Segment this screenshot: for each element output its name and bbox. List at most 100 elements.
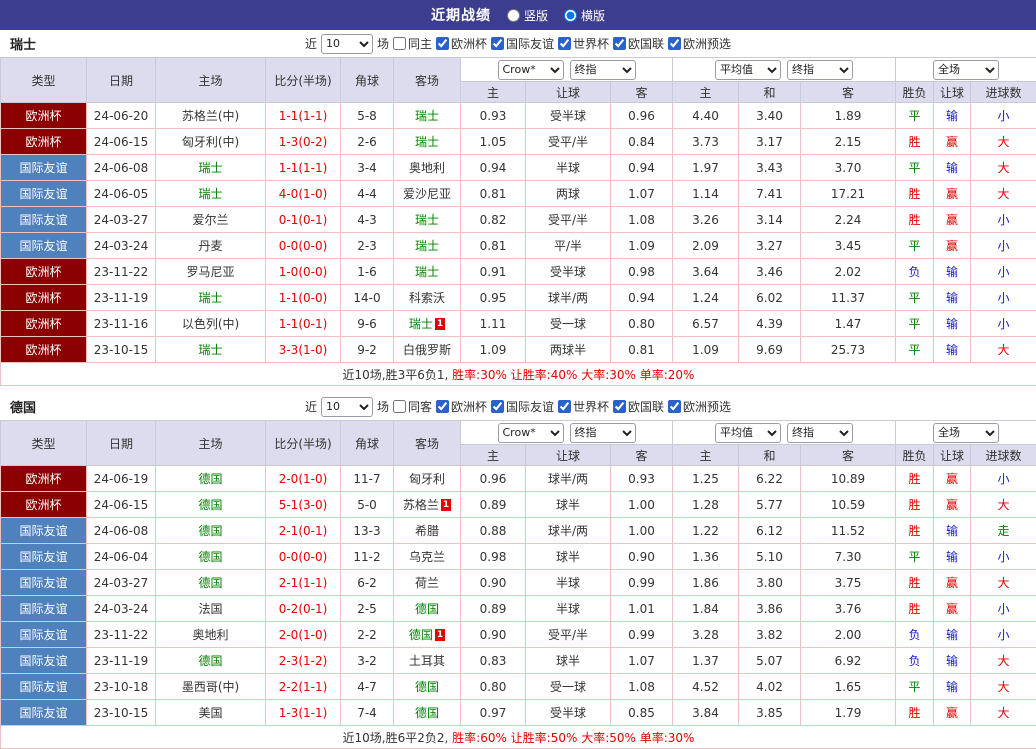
competition-filter-euroqualifier[interactable]: 欧洲预选 [668, 398, 731, 415]
corner-score: 1-6 [341, 259, 394, 285]
matches-tbody: 欧洲杯24-06-20苏格兰(中)1-1(1-1)5-8瑞士0.93受半球0.9… [1, 103, 1036, 386]
home-team: 德国 [156, 492, 266, 518]
nationsleague-checkbox[interactable] [613, 400, 626, 413]
sub-header-avg-home: 主 [673, 82, 739, 103]
same-venue-checkbox[interactable] [393, 37, 406, 50]
competition-badge: 国际友谊 [1, 674, 87, 700]
goals-result-flag: 小 [971, 207, 1036, 233]
competition-filter-friendly[interactable]: 国际友谊 [491, 35, 554, 52]
match-date: 24-03-24 [87, 596, 156, 622]
nationsleague-checkbox[interactable] [613, 37, 626, 50]
competition-filter-friendly[interactable]: 国际友谊 [491, 398, 554, 415]
match-row: 国际友谊24-06-08瑞士1-1(1-1)3-4奥地利0.94半球0.941.… [1, 155, 1036, 181]
handicap-home-odds: 0.93 [461, 103, 526, 129]
eurocup-checkbox[interactable] [436, 37, 449, 50]
worldcup-checkbox[interactable] [558, 400, 571, 413]
same-venue-filter[interactable]: 同客 [393, 398, 432, 415]
goals-result-flag: 大 [971, 155, 1036, 181]
competition-badge: 国际友谊 [1, 233, 87, 259]
recent-count-select[interactable]: 10 [321, 397, 373, 417]
competition-badge: 欧洲杯 [1, 466, 87, 492]
layout-option-vertical[interactable]: 竖版 [507, 7, 548, 24]
horizontal-layout-radio[interactable] [564, 9, 577, 22]
match-row: 欧洲杯23-10-15瑞士3-3(1-0)9-2白俄罗斯1.09两球半0.811… [1, 337, 1036, 363]
handicap-away-odds: 1.00 [611, 492, 673, 518]
friendly-checkbox[interactable] [491, 400, 504, 413]
handicap-away-odds: 0.84 [611, 129, 673, 155]
avg-home-odds: 3.64 [673, 259, 739, 285]
avg-away-odds: 3.45 [801, 233, 896, 259]
match-score: 1-3(0-2) [266, 129, 341, 155]
handicap-result-flag: 输 [934, 285, 971, 311]
match-row: 国际友谊23-11-19德国2-3(1-2)3-2土耳其0.83球半1.071.… [1, 648, 1036, 674]
same-venue-checkbox[interactable] [393, 400, 406, 413]
competition-filter-eurocup[interactable]: 欧洲杯 [436, 35, 487, 52]
recent-count-select[interactable]: 10 [321, 34, 373, 54]
handicap-home-odds: 0.80 [461, 674, 526, 700]
result-flag: 平 [896, 285, 934, 311]
friendly-checkbox[interactable] [491, 37, 504, 50]
goals-result-flag: 大 [971, 700, 1036, 726]
final-odds-select[interactable]: 终指 [570, 60, 636, 80]
avg-home-odds: 1.09 [673, 337, 739, 363]
competition-filter-nationsleague[interactable]: 欧国联 [613, 35, 664, 52]
avg-draw-odds: 6.12 [739, 518, 801, 544]
eurocup-checkbox[interactable] [436, 400, 449, 413]
handicap-home-odds: 0.96 [461, 466, 526, 492]
avg-home-odds: 1.84 [673, 596, 739, 622]
bookmaker-select[interactable]: Crow* [498, 423, 564, 443]
match-row: 国际友谊23-11-22奥地利2-0(1-0)2-2德国10.90受平/半0.9… [1, 622, 1036, 648]
competition-filter-eurocup[interactable]: 欧洲杯 [436, 398, 487, 415]
euroqualifier-checkbox[interactable] [668, 37, 681, 50]
corner-score: 11-2 [341, 544, 394, 570]
avg-away-odds: 3.75 [801, 570, 896, 596]
layout-option-horizontal[interactable]: 横版 [564, 7, 605, 24]
page-title: 近期战绩 [431, 5, 491, 25]
bookmaker-select[interactable]: Crow* [498, 60, 564, 80]
matches-table: 类型 日期 主场 比分(半场) 角球 客场 Crow* 终指 平均值 终指 [0, 57, 1036, 386]
avg-draw-odds: 3.82 [739, 622, 801, 648]
match-score: 1-1(0-0) [266, 285, 341, 311]
period-select[interactable]: 全场 [933, 60, 999, 80]
average-select[interactable]: 平均值 [715, 60, 781, 80]
period-select[interactable]: 全场 [933, 423, 999, 443]
competition-badge: 欧洲杯 [1, 285, 87, 311]
competition-filter-worldcup[interactable]: 世界杯 [558, 398, 609, 415]
match-date: 24-03-27 [87, 570, 156, 596]
avg-away-odds: 1.89 [801, 103, 896, 129]
competition-badge: 国际友谊 [1, 648, 87, 674]
goals-result-flag: 小 [971, 544, 1036, 570]
away-team: 瑞士 [394, 259, 461, 285]
avg-home-odds: 3.84 [673, 700, 739, 726]
match-date: 24-06-19 [87, 466, 156, 492]
final-odds-select[interactable]: 终指 [570, 423, 636, 443]
euroqualifier-checkbox[interactable] [668, 400, 681, 413]
handicap-result-flag: 输 [934, 518, 971, 544]
match-score: 1-1(0-1) [266, 311, 341, 337]
competition-filter-euroqualifier[interactable]: 欧洲预选 [668, 35, 731, 52]
average-select[interactable]: 平均值 [715, 423, 781, 443]
sub-header-handicap: 让球 [526, 82, 611, 103]
competition-filter-nationsleague[interactable]: 欧国联 [613, 398, 664, 415]
same-venue-filter[interactable]: 同主 [393, 35, 432, 52]
type-column-header: 类型 [1, 58, 87, 103]
match-date: 24-06-04 [87, 544, 156, 570]
final-odds-select-2[interactable]: 终指 [787, 423, 853, 443]
corner-score: 4-4 [341, 181, 394, 207]
worldcup-checkbox[interactable] [558, 37, 571, 50]
avg-away-odds: 10.89 [801, 466, 896, 492]
red-card-badge: 1 [435, 629, 445, 641]
result-flag: 胜 [896, 596, 934, 622]
vertical-layout-radio[interactable] [507, 9, 520, 22]
euroqualifier-label: 欧洲预选 [683, 35, 731, 52]
final-odds-select-2[interactable]: 终指 [787, 60, 853, 80]
corner-column-header: 角球 [341, 421, 394, 466]
competition-filter-worldcup[interactable]: 世界杯 [558, 35, 609, 52]
home-team: 匈牙利(中) [156, 129, 266, 155]
handicap-home-odds: 0.98 [461, 544, 526, 570]
corner-score: 4-7 [341, 674, 394, 700]
match-score: 2-3(1-2) [266, 648, 341, 674]
match-score: 2-0(1-0) [266, 466, 341, 492]
matches-tbody: 欧洲杯24-06-19德国2-0(1-0)11-7匈牙利0.96球半/两0.93… [1, 466, 1036, 749]
home-team: 瑞士 [156, 155, 266, 181]
